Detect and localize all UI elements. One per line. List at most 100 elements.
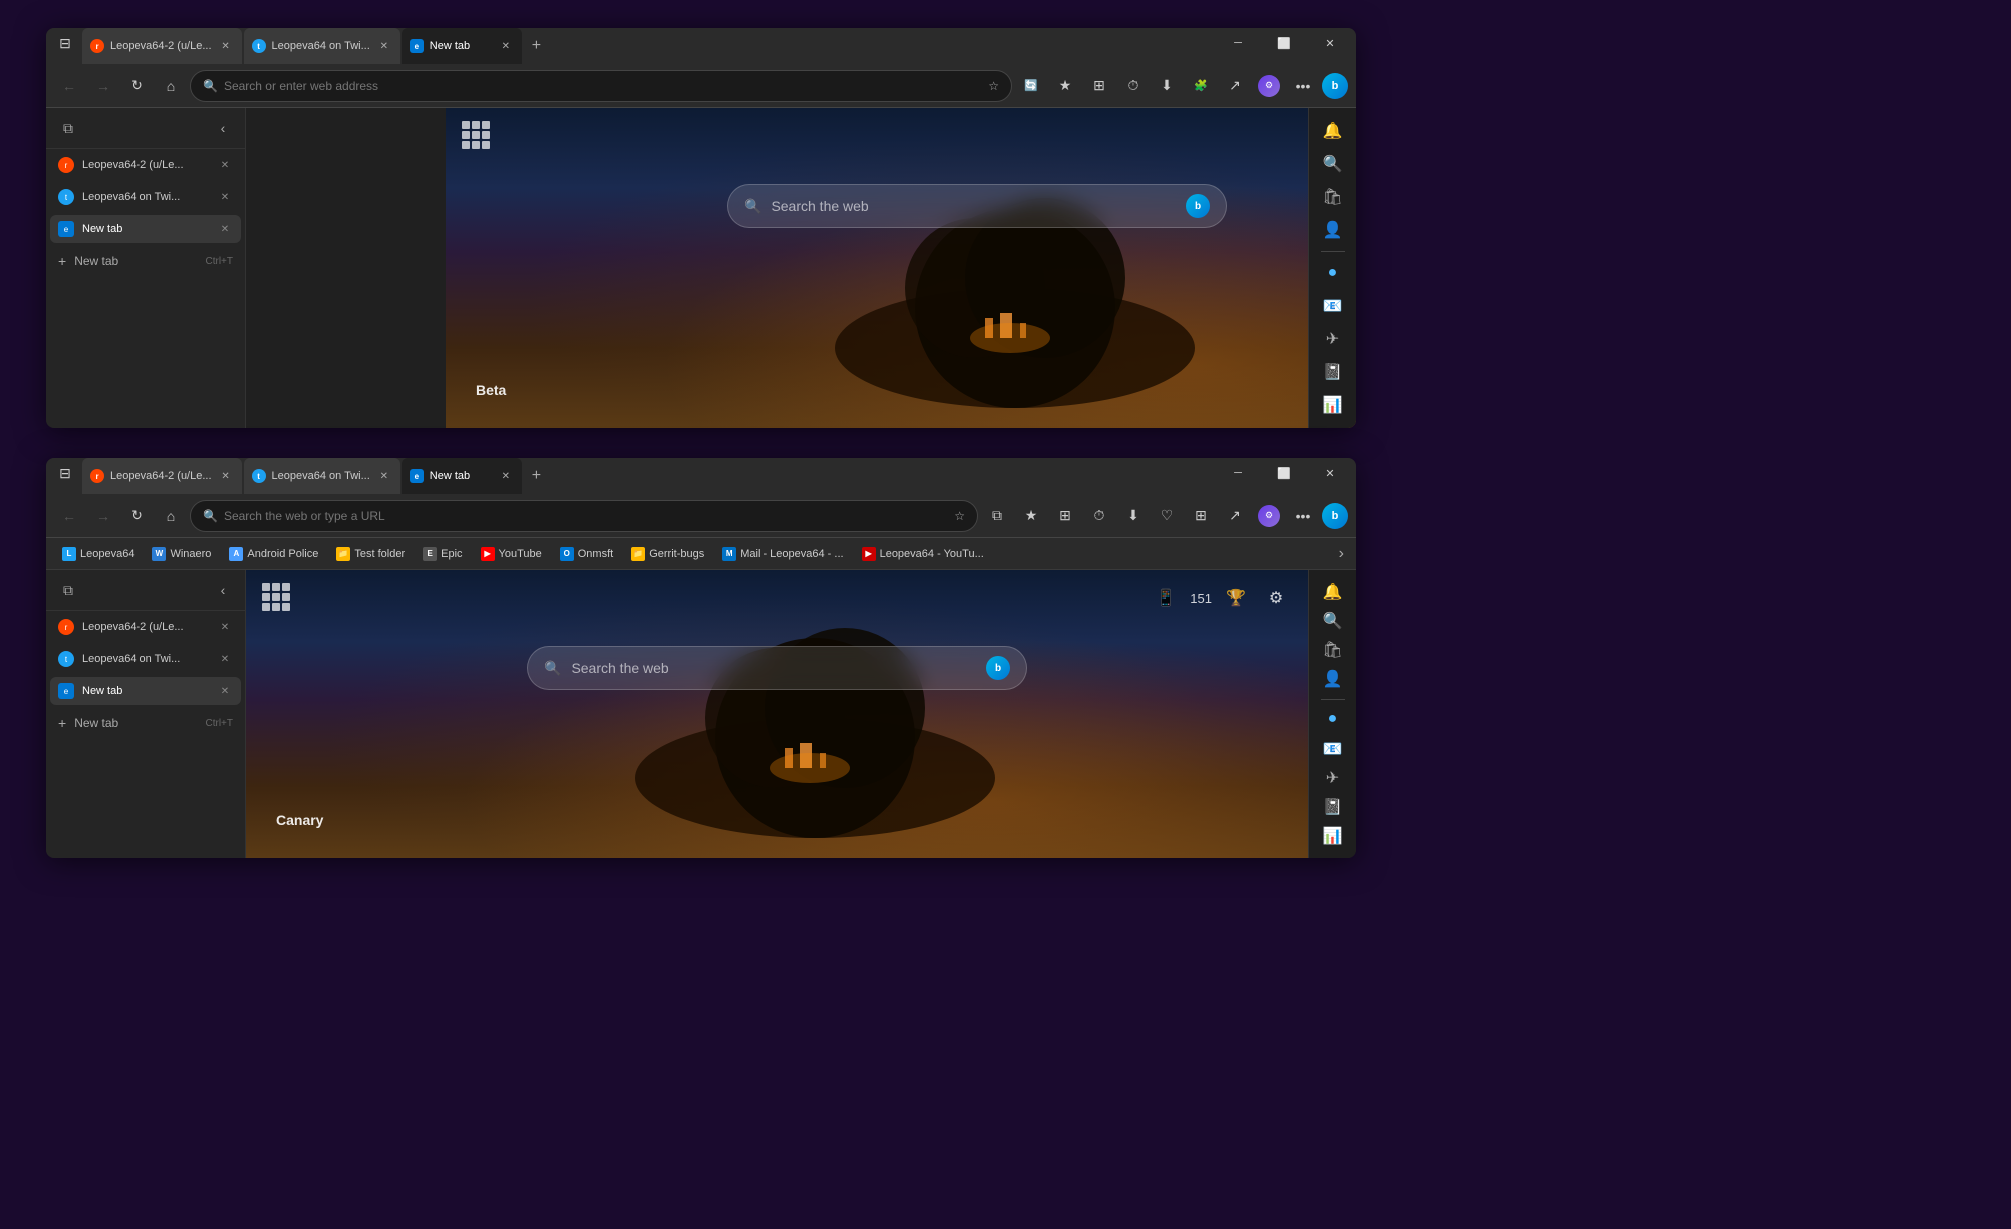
bottom-tab-3-close[interactable]: ✕ <box>498 468 514 484</box>
bottom-downloads-btn[interactable]: ⬇ <box>1118 501 1148 531</box>
top-ntp-bing-icon[interactable]: b <box>1186 194 1210 218</box>
bottom-sidebar-toggle[interactable]: ⊟ <box>50 458 80 488</box>
bottom-bookmarks-more[interactable]: › <box>1335 545 1348 563</box>
top-tab-2-close[interactable]: ✕ <box>376 38 392 54</box>
top-collections-btn[interactable]: 🔄 <box>1016 71 1046 101</box>
top-minimize-button[interactable]: ─ <box>1216 28 1260 58</box>
bottom-address-input[interactable] <box>224 509 948 523</box>
top-sidebar-toggle[interactable]: ⊟ <box>50 28 80 58</box>
bottom-favorites-btn[interactable]: ★ <box>1016 501 1046 531</box>
top-tab-1-close[interactable]: ✕ <box>218 38 234 54</box>
top-tab-3[interactable]: e New tab ✕ <box>402 28 522 64</box>
top-back-button[interactable]: ← <box>54 71 84 101</box>
bottom-sidebar-new-tab[interactable]: + New tab Ctrl+T <box>50 709 241 737</box>
bottom-minimize-button[interactable]: ─ <box>1216 458 1260 488</box>
bottom-sidebar-tab-3[interactable]: e New tab ✕ <box>50 677 241 705</box>
bottom-star-icon[interactable]: ☆ <box>954 509 965 523</box>
top-sidebar-tab-2[interactable]: t Leopeva64 on Twi... ✕ <box>50 183 241 211</box>
bottom-split-btn[interactable]: ⧉ <box>982 501 1012 531</box>
top-star-icon[interactable]: ☆ <box>988 79 999 93</box>
bottom-maximize-button[interactable]: ⬜ <box>1262 458 1306 488</box>
top-reload-button[interactable]: ↻ <box>122 71 152 101</box>
top-profile-btn[interactable]: ⚙ <box>1254 71 1284 101</box>
top-tab-2[interactable]: t Leopeva64 on Twi... ✕ <box>244 28 400 64</box>
bottom-heart-btn[interactable]: ♡ <box>1152 501 1182 531</box>
bottom-bm-android-police[interactable]: A Android Police <box>221 544 326 564</box>
bottom-bm-onmsft[interactable]: O Onmsft <box>552 544 621 564</box>
bottom-bm-test-folder[interactable]: 📁 Test folder <box>328 544 413 564</box>
top-rs-note-btn[interactable]: 📓 <box>1315 356 1351 387</box>
top-ntp-phone-btn[interactable]: 📱 <box>1350 120 1356 152</box>
top-rs-outlook-btn[interactable]: 📧 <box>1315 291 1351 322</box>
bottom-bm-epic[interactable]: E Epic <box>415 544 470 564</box>
bottom-sidebar-tabs-icon[interactable]: ⧉ <box>54 576 82 604</box>
bottom-sidebar-tab-1[interactable]: r Leopeva64-2 (u/Le... ✕ <box>50 613 241 641</box>
bottom-ntp-trophy-btn[interactable]: 🏆 <box>1220 582 1252 614</box>
bottom-home-button[interactable]: ⌂ <box>156 501 186 531</box>
top-share-btn[interactable]: ↗ <box>1220 71 1250 101</box>
top-tab-3-close[interactable]: ✕ <box>498 38 514 54</box>
bottom-rs-bell-btn[interactable]: 🔔 <box>1315 578 1351 605</box>
top-forward-button[interactable]: → <box>88 71 118 101</box>
bottom-sidebar-collapse-btn[interactable]: ‹ <box>209 576 237 604</box>
top-bing-icon[interactable]: b <box>1322 73 1348 99</box>
bottom-rs-plane-btn[interactable]: ✈ <box>1315 764 1351 791</box>
bottom-reload-button[interactable]: ↻ <box>122 501 152 531</box>
bottom-history-btn[interactable]: ⏱ <box>1084 501 1114 531</box>
bottom-sidebar-tab-2[interactable]: t Leopeva64 on Twi... ✕ <box>50 645 241 673</box>
top-apps-grid-btn[interactable] <box>462 121 492 151</box>
top-rs-chart-btn[interactable]: 📊 <box>1315 389 1351 420</box>
bottom-more-btn[interactable]: ••• <box>1288 501 1318 531</box>
bottom-rs-person-btn[interactable]: 👤 <box>1315 666 1351 693</box>
bottom-bm-mail[interactable]: M Mail - Leopeva64 - ... <box>714 544 851 564</box>
bottom-profile-btn[interactable]: ⚙ <box>1254 501 1284 531</box>
top-tab-1[interactable]: r Leopeva64-2 (u/Le... ✕ <box>82 28 242 64</box>
top-close-button[interactable]: ✕ <box>1308 28 1352 58</box>
top-home-button[interactable]: ⌂ <box>156 71 186 101</box>
bottom-ntp-phone-btn[interactable]: 📱 <box>1150 582 1182 614</box>
bottom-close-button[interactable]: ✕ <box>1308 458 1352 488</box>
top-sidebar-tab-3-close[interactable]: ✕ <box>217 221 233 237</box>
bottom-share-btn[interactable]: ↗ <box>1220 501 1250 531</box>
top-sidebar-tabs-icon[interactable]: ⧉ <box>54 114 82 142</box>
top-new-tab-button[interactable]: + <box>524 28 549 64</box>
top-rs-plane-btn[interactable]: ✈ <box>1315 324 1351 355</box>
top-downloads-btn[interactable]: ⬇ <box>1152 71 1182 101</box>
bottom-bm-winaero[interactable]: W Winaero <box>144 544 219 564</box>
top-sidebar-new-tab[interactable]: + New tab Ctrl+T <box>50 247 241 275</box>
top-favorites-btn[interactable]: ★ <box>1050 71 1080 101</box>
bottom-tab-2[interactable]: t Leopeva64 on Twi... ✕ <box>244 458 400 494</box>
top-ntp-search-box[interactable]: 🔍 Search the web b <box>727 184 1227 228</box>
top-collections2-btn[interactable]: ⊞ <box>1084 71 1114 101</box>
bottom-tab-3[interactable]: e New tab ✕ <box>402 458 522 494</box>
bottom-rs-search-btn[interactable]: 🔍 <box>1315 607 1351 634</box>
bottom-sidebar-tab-3-close[interactable]: ✕ <box>217 683 233 699</box>
top-sidebar-collapse-btn[interactable]: ‹ <box>209 114 237 142</box>
bottom-bing-icon[interactable]: b <box>1322 503 1348 529</box>
top-sidebar-tab-1[interactable]: r Leopeva64-2 (u/Le... ✕ <box>50 151 241 179</box>
bottom-apps-grid-btn[interactable] <box>262 583 292 613</box>
top-rs-circle-btn[interactable]: ● <box>1315 258 1351 289</box>
top-more-btn[interactable]: ••• <box>1288 71 1318 101</box>
bottom-bm-leopeva64[interactable]: L Leopeva64 <box>54 544 142 564</box>
bottom-rs-circle-btn[interactable]: ● <box>1315 706 1351 733</box>
bottom-ntp-settings-btn[interactable]: ⚙ <box>1260 582 1292 614</box>
bottom-ntp-bing-icon[interactable]: b <box>986 656 1010 680</box>
bottom-address-bar[interactable]: 🔍 ☆ <box>190 500 978 532</box>
bottom-rs-note-btn[interactable]: 📓 <box>1315 794 1351 821</box>
bottom-bm-yt2[interactable]: ▶ Leopeva64 - YouTu... <box>854 544 992 564</box>
bottom-sidebar-tab-2-close[interactable]: ✕ <box>217 651 233 667</box>
bottom-bm-gerrit[interactable]: 📁 Gerrit-bugs <box>623 544 712 564</box>
bottom-collections-btn[interactable]: ⊞ <box>1050 501 1080 531</box>
bottom-new-tab-button[interactable]: + <box>524 458 549 494</box>
bottom-sidebar-tab-1-close[interactable]: ✕ <box>217 619 233 635</box>
bottom-extensions-btn[interactable]: ⊞ <box>1186 501 1216 531</box>
bottom-forward-button[interactable]: → <box>88 501 118 531</box>
bottom-back-button[interactable]: ← <box>54 501 84 531</box>
bottom-tab-2-close[interactable]: ✕ <box>376 468 392 484</box>
top-maximize-button[interactable]: ⬜ <box>1262 28 1306 58</box>
top-sidebar-tab-1-close[interactable]: ✕ <box>217 157 233 173</box>
top-sidebar-tab-3[interactable]: e New tab ✕ <box>50 215 241 243</box>
bottom-rs-outlook-btn[interactable]: 📧 <box>1315 735 1351 762</box>
bottom-rs-chart-btn[interactable]: 📊 <box>1315 823 1351 850</box>
